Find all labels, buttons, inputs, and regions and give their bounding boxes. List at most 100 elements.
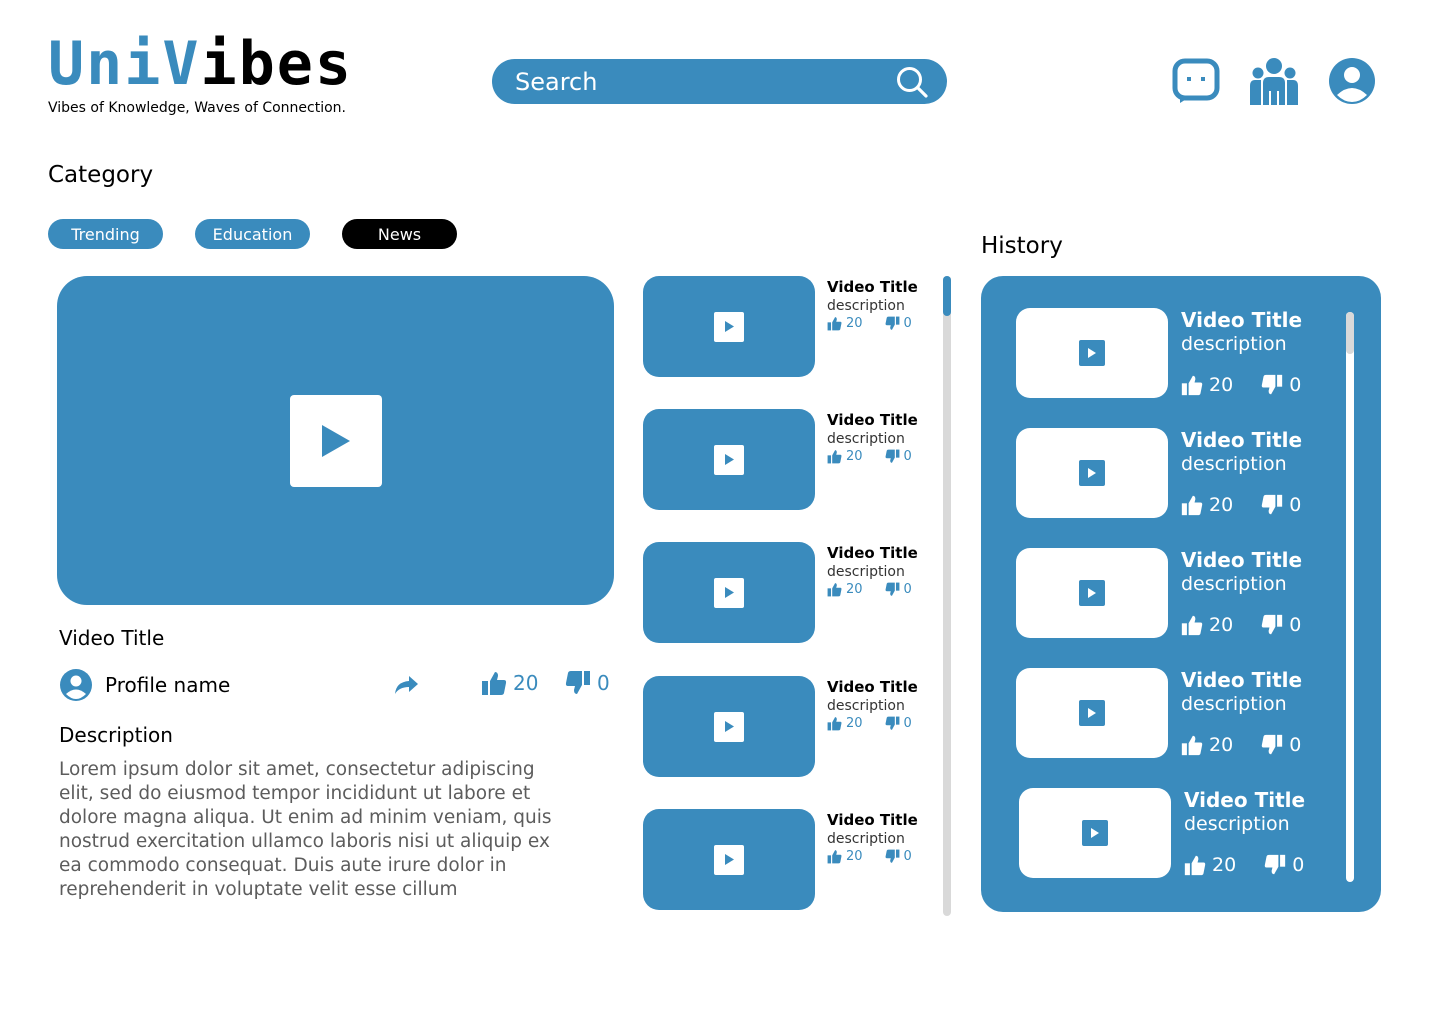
play-button[interactable] bbox=[1082, 820, 1108, 846]
list-item[interactable]: Video Title description 20 0 bbox=[643, 542, 943, 643]
dislike-count: 0 bbox=[903, 849, 912, 864]
dislike-button[interactable]: 0 bbox=[565, 670, 610, 696]
video-title[interactable]: Video Title bbox=[1181, 308, 1302, 332]
avatar[interactable] bbox=[59, 668, 93, 702]
related-scrollbar-thumb[interactable] bbox=[943, 276, 951, 316]
video-title[interactable]: Video Title bbox=[827, 678, 918, 696]
video-thumbnail[interactable] bbox=[643, 542, 815, 643]
thumbs-up-icon[interactable] bbox=[1181, 734, 1203, 756]
like-button[interactable]: 20 bbox=[481, 670, 538, 696]
chat-icon[interactable] bbox=[1172, 58, 1220, 104]
video-thumbnail[interactable] bbox=[1016, 308, 1168, 398]
play-icon bbox=[1088, 588, 1096, 598]
play-button[interactable] bbox=[289, 394, 382, 487]
thumbs-down-icon[interactable] bbox=[1261, 494, 1283, 516]
history-scrollbar[interactable] bbox=[1346, 312, 1354, 882]
main-video-meta: Profile name 20 0 bbox=[59, 668, 614, 704]
like-count: 20 bbox=[846, 316, 863, 331]
chip-education[interactable]: Education bbox=[195, 219, 310, 249]
video-title[interactable]: Video Title bbox=[827, 411, 918, 429]
thumbs-down-icon[interactable] bbox=[885, 449, 900, 464]
thumbs-down-icon[interactable] bbox=[1264, 854, 1286, 876]
thumbs-down-icon[interactable] bbox=[1261, 374, 1283, 396]
share-icon[interactable] bbox=[393, 674, 419, 696]
main-video-player[interactable] bbox=[57, 276, 614, 605]
video-thumbnail[interactable] bbox=[1016, 428, 1168, 518]
history-item[interactable]: Video Title description 20 0 bbox=[1019, 788, 1319, 878]
thumbs-up-icon[interactable] bbox=[827, 449, 842, 464]
play-button[interactable] bbox=[1079, 580, 1105, 606]
thumbs-down-icon bbox=[565, 671, 590, 694]
list-item[interactable]: Video Title description 20 0 bbox=[643, 409, 943, 510]
video-info: Video Title description 20 0 bbox=[1184, 788, 1305, 876]
logo-part-uni: Uni bbox=[48, 29, 163, 99]
thumbs-up-icon[interactable] bbox=[1181, 614, 1203, 636]
video-thumbnail[interactable] bbox=[643, 409, 815, 510]
chip-trending[interactable]: Trending bbox=[48, 219, 163, 249]
thumbs-up-icon[interactable] bbox=[827, 849, 842, 864]
play-button[interactable] bbox=[714, 444, 744, 475]
video-thumbnail[interactable] bbox=[1016, 668, 1168, 758]
history-item[interactable]: Video Title description 20 0 bbox=[1016, 668, 1316, 758]
play-button[interactable] bbox=[714, 844, 744, 875]
thumbs-up-icon[interactable] bbox=[1181, 374, 1203, 396]
video-info: Video Title description 20 0 bbox=[827, 411, 918, 464]
video-title[interactable]: Video Title bbox=[1181, 668, 1302, 692]
play-icon bbox=[321, 424, 350, 457]
thumbs-down-icon[interactable] bbox=[885, 316, 900, 331]
dislike-count: 0 bbox=[597, 671, 610, 695]
play-button[interactable] bbox=[1079, 460, 1105, 486]
search-input[interactable] bbox=[515, 67, 895, 96]
thumbs-down-icon[interactable] bbox=[885, 849, 900, 864]
list-item[interactable]: Video Title description 20 0 bbox=[643, 676, 943, 777]
video-title[interactable]: Video Title bbox=[827, 278, 918, 296]
video-thumbnail[interactable] bbox=[1016, 548, 1168, 638]
video-title[interactable]: Video Title bbox=[1181, 548, 1302, 572]
video-thumbnail[interactable] bbox=[643, 676, 815, 777]
thumbs-up-icon[interactable] bbox=[827, 582, 842, 597]
related-scrollbar[interactable] bbox=[943, 276, 951, 916]
play-button[interactable] bbox=[714, 711, 744, 742]
chip-news[interactable]: News bbox=[342, 219, 457, 249]
thumbs-up-icon[interactable] bbox=[827, 716, 842, 731]
video-description: description bbox=[827, 298, 905, 314]
description-heading: Description bbox=[59, 723, 173, 747]
video-title[interactable]: Video Title bbox=[827, 544, 918, 562]
thumbs-down-icon[interactable] bbox=[1261, 734, 1283, 756]
dislike-count: 0 bbox=[903, 316, 912, 331]
video-stats: 20 0 bbox=[1184, 854, 1305, 876]
thumbs-up-icon[interactable] bbox=[827, 316, 842, 331]
thumbs-down-icon[interactable] bbox=[885, 716, 900, 731]
list-item[interactable]: Video Title description 20 0 bbox=[643, 809, 943, 910]
profile-icon[interactable] bbox=[1328, 57, 1376, 105]
logo[interactable]: Uni V ibes Vibes of Knowledge, Waves of … bbox=[48, 30, 353, 116]
like-count: 20 bbox=[846, 716, 863, 731]
video-thumbnail[interactable] bbox=[643, 276, 815, 377]
community-icon[interactable] bbox=[1250, 57, 1298, 105]
video-title[interactable]: Video Title bbox=[1181, 428, 1302, 452]
like-count: 20 bbox=[1209, 614, 1234, 636]
video-info: Video Title description 20 0 bbox=[827, 278, 918, 331]
video-thumbnail[interactable] bbox=[643, 809, 815, 910]
play-button[interactable] bbox=[1079, 340, 1105, 366]
thumbs-down-icon[interactable] bbox=[885, 582, 900, 597]
play-button[interactable] bbox=[1079, 700, 1105, 726]
history-item[interactable]: Video Title description 20 0 bbox=[1016, 308, 1316, 398]
list-item[interactable]: Video Title description 20 0 bbox=[643, 276, 943, 377]
play-icon bbox=[724, 454, 734, 465]
video-stats: 20 0 bbox=[1181, 734, 1302, 756]
video-title[interactable]: Video Title bbox=[1184, 788, 1305, 812]
video-thumbnail[interactable] bbox=[1019, 788, 1171, 878]
history-scrollbar-thumb[interactable] bbox=[1346, 312, 1354, 354]
dislike-count: 0 bbox=[1289, 614, 1302, 636]
play-button[interactable] bbox=[714, 577, 744, 608]
thumbs-up-icon[interactable] bbox=[1181, 494, 1203, 516]
thumbs-up-icon[interactable] bbox=[1184, 854, 1206, 876]
video-title[interactable]: Video Title bbox=[827, 811, 918, 829]
history-item[interactable]: Video Title description 20 0 bbox=[1016, 428, 1316, 518]
thumbs-down-icon[interactable] bbox=[1261, 614, 1283, 636]
profile-name[interactable]: Profile name bbox=[105, 673, 230, 697]
history-item[interactable]: Video Title description 20 0 bbox=[1016, 548, 1316, 638]
play-button[interactable] bbox=[714, 311, 744, 342]
search-icon[interactable] bbox=[895, 65, 929, 99]
